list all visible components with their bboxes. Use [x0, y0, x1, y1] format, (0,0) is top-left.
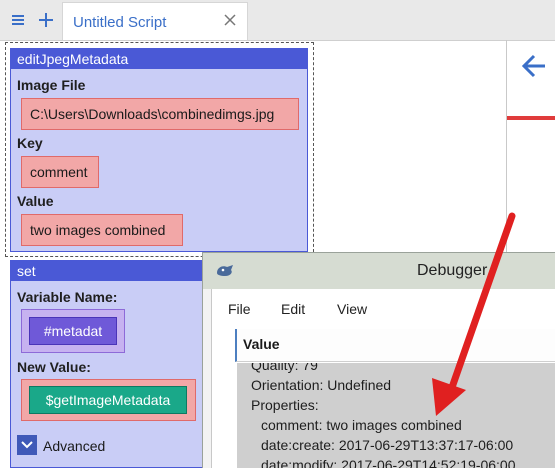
variable-name-value[interactable]: #metadat — [29, 317, 117, 345]
key-input[interactable]: comment — [21, 156, 99, 188]
new-value-label: New Value: — [17, 359, 91, 375]
tab-bar: Untitled Script — [0, 0, 555, 41]
value-line: Quality: 79 — [251, 363, 318, 373]
value-label: Value — [17, 193, 54, 209]
value-column-label: Value — [243, 336, 280, 352]
debugger-title: Debugger — [417, 262, 488, 279]
debugger-titlebar[interactable]: Debugger — [203, 253, 555, 289]
canvas-divider — [506, 40, 507, 255]
block-title: editJpegMetadata — [11, 49, 307, 69]
menu-edit[interactable]: Edit — [281, 301, 305, 317]
value-line: date:modify: 2017-06-29T14:52:19-06:00 — [261, 457, 516, 468]
tab-untitled-script[interactable]: Untitled Script — [62, 2, 248, 40]
tab-title: Untitled Script — [73, 14, 167, 31]
menu-file[interactable]: File — [228, 301, 251, 317]
hamburger-icon[interactable] — [4, 4, 32, 36]
key-label: Key — [17, 135, 43, 151]
arrow-left-icon[interactable] — [519, 52, 549, 80]
variable-name-slot[interactable]: #metadat — [21, 309, 125, 353]
close-icon[interactable] — [222, 12, 238, 28]
debugger-logo-icon — [215, 263, 237, 279]
connector-line — [507, 116, 555, 120]
variable-name-label: Variable Name: — [17, 289, 118, 305]
value-line: date:create: 2017-06-29T13:37:17-06:00 — [261, 437, 514, 453]
debugger-window: Debugger File Edit View Value Quality: 7… — [202, 252, 555, 468]
menu-view[interactable]: View — [337, 301, 367, 317]
plus-icon[interactable] — [32, 4, 60, 36]
value-input[interactable]: two images combined — [21, 214, 183, 246]
chevron-down-icon[interactable] — [17, 435, 37, 455]
set-block[interactable]: set Variable Name: #metadat New Value: $… — [10, 260, 210, 468]
new-value-function[interactable]: $getImageMetadata — [29, 386, 187, 414]
value-list[interactable]: Quality: 79 Orientation: Undefined Prope… — [237, 363, 555, 468]
value-line: comment: two images combined — [261, 417, 462, 433]
image-file-label: Image File — [17, 77, 86, 93]
edit-jpeg-metadata-block[interactable]: editJpegMetadata Image File C:\Users\Dow… — [10, 48, 308, 252]
value-line: Properties: — [251, 397, 319, 413]
block-title: set — [11, 261, 209, 281]
new-value-slot[interactable]: $getImageMetadata — [21, 379, 196, 421]
value-line: Orientation: Undefined — [251, 377, 392, 393]
image-file-input[interactable]: C:\Users\Downloads\combinedimgs.jpg — [21, 98, 299, 130]
advanced-toggle-label[interactable]: Advanced — [43, 438, 105, 454]
value-column-header[interactable]: Value — [235, 329, 555, 362]
